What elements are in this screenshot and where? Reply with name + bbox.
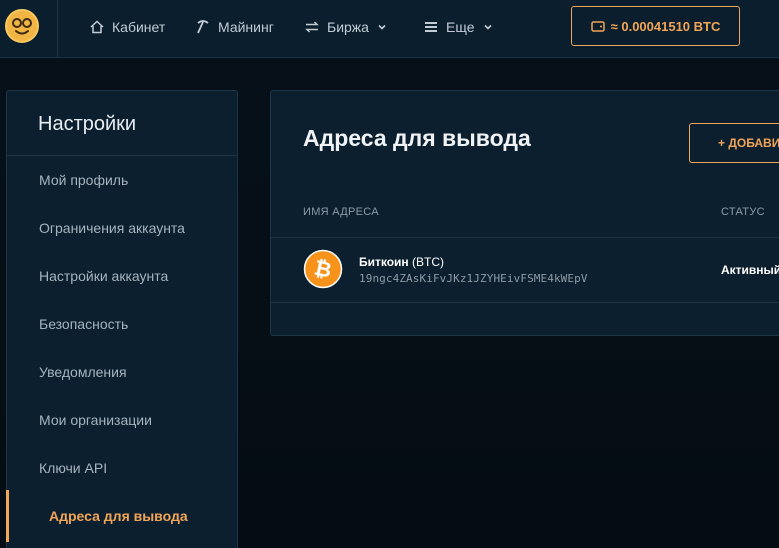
coin-ticker: (BTC) bbox=[412, 255, 445, 269]
stack-icon bbox=[425, 22, 437, 32]
wallet-address: 19ngc4ZAsKiFvJKz1JZYHEivFSME4kWEpV bbox=[359, 272, 588, 285]
sidebar-item-security[interactable]: Безопасность bbox=[39, 316, 128, 332]
settings-sidebar: Настройки Мой профиль Ограничения аккаун… bbox=[6, 90, 238, 548]
add-address-button[interactable]: + ДОБАВИТЬ bbox=[689, 123, 779, 163]
sidebar-item-organizations[interactable]: Мои организации bbox=[39, 412, 152, 428]
coin-name: Биткоин bbox=[359, 255, 409, 269]
nav-cabinet[interactable]: Кабинет bbox=[90, 17, 165, 37]
pickaxe-icon bbox=[197, 20, 209, 34]
status-badge: Активный bbox=[721, 263, 779, 277]
nav-exchange-label: Биржа bbox=[327, 19, 369, 35]
column-header-status: СТАТУС bbox=[721, 206, 765, 218]
home-icon bbox=[90, 20, 104, 34]
sidebar-title: Настройки bbox=[38, 113, 137, 135]
wallet-balance-button[interactable]: ≈ 0.00041510 BTC bbox=[571, 6, 740, 46]
active-indicator bbox=[6, 490, 9, 542]
chevron-down-icon bbox=[483, 24, 492, 30]
nav-mining[interactable]: Майнинг bbox=[196, 17, 274, 37]
chevron-down-icon bbox=[378, 24, 386, 30]
nav-exchange[interactable]: Биржа bbox=[305, 17, 387, 37]
bitcoin-icon: ₿ bbox=[303, 249, 343, 289]
sidebar-item-api-keys[interactable]: Ключи API bbox=[39, 460, 107, 476]
sidebar-item-withdrawal-addresses[interactable]: Адреса для вывода bbox=[49, 508, 188, 524]
wallet-icon bbox=[590, 21, 605, 32]
top-header: Кабинет Майнинг Биржа Еще ≈ 0.00041510 B… bbox=[0, 0, 779, 58]
balance-value: ≈ 0.00041510 BTC bbox=[610, 18, 721, 34]
nav-cabinet-label: Кабинет bbox=[112, 19, 166, 35]
logo-icon[interactable] bbox=[5, 9, 39, 43]
nav-mining-label: Майнинг bbox=[218, 19, 274, 35]
nav-more[interactable]: Еще bbox=[424, 17, 493, 37]
column-header-name: ИМЯ АДРЕСА bbox=[303, 206, 379, 218]
sidebar-item-profile[interactable]: Мой профиль bbox=[39, 172, 128, 188]
table-divider bbox=[271, 237, 779, 238]
withdrawal-addresses-panel: Адреса для вывода + ДОБАВИТЬ ИМЯ АДРЕСА … bbox=[270, 90, 779, 336]
header-divider bbox=[57, 0, 58, 58]
exchange-icon bbox=[305, 21, 319, 33]
page-title: Адреса для вывода bbox=[303, 125, 531, 151]
address-name: Биткоин (BTC) bbox=[359, 255, 444, 269]
table-divider bbox=[271, 302, 779, 303]
nav-more-label: Еще bbox=[446, 19, 475, 35]
sidebar-item-account-settings[interactable]: Настройки аккаунта bbox=[39, 268, 168, 284]
sidebar-item-account-limits[interactable]: Ограничения аккаунта bbox=[39, 220, 185, 236]
sidebar-divider bbox=[7, 155, 237, 156]
sidebar-item-notifications[interactable]: Уведомления bbox=[39, 364, 127, 380]
